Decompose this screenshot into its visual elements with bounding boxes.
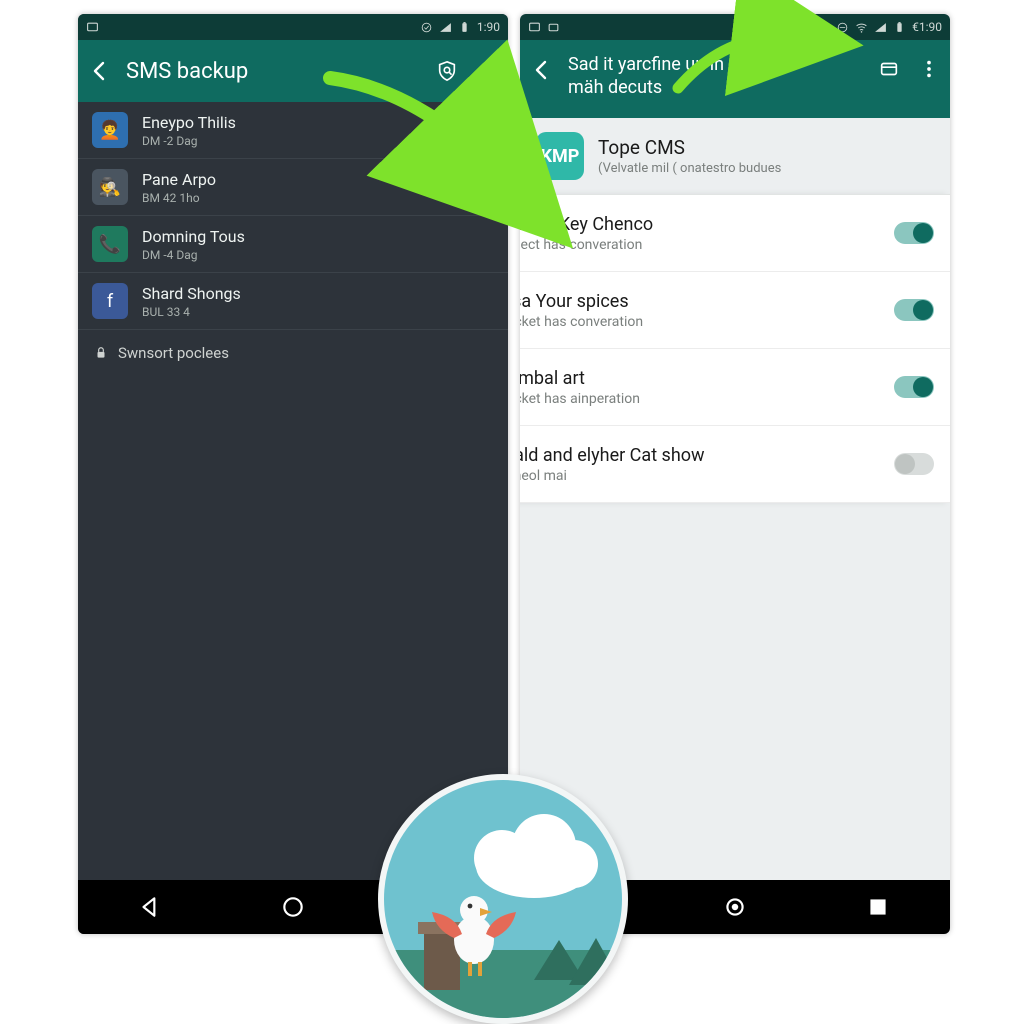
conversation-sub: DM -2 Dag bbox=[142, 134, 236, 148]
status-time: €1:90 bbox=[912, 20, 942, 34]
toggle-switch[interactable] bbox=[894, 376, 934, 398]
setting-sub: Backet has converation bbox=[520, 314, 880, 330]
setting-row[interactable]: 👷 Clald and elyher Cat show Scheol mai bbox=[520, 426, 950, 503]
phone-right: €1:90 Sad it yarcfine up in an mäh decut… bbox=[520, 14, 950, 934]
overflow-menu-icon[interactable] bbox=[918, 58, 940, 80]
setting-title: Clald and elyher Cat show bbox=[520, 445, 880, 466]
app-bar: Sad it yarcfine up in an mäh decuts bbox=[520, 40, 950, 118]
setting-sub: Scheol mai bbox=[520, 468, 880, 484]
appbar-title-line2: mäh decuts bbox=[568, 77, 864, 100]
setting-sub: Backet has ainperation bbox=[520, 391, 880, 407]
shield-search-icon[interactable] bbox=[436, 60, 458, 82]
app-icon: KMP bbox=[536, 132, 584, 180]
nav-recents-icon[interactable] bbox=[865, 894, 891, 920]
conversation-title: Domning Tous bbox=[142, 227, 245, 246]
settings-header[interactable]: KMP Tope CMS (Velvatle mil ( onatestro b… bbox=[520, 118, 950, 194]
footer-row[interactable]: Swnsort poclees bbox=[78, 330, 508, 376]
status-bar: 1:90 bbox=[78, 14, 508, 40]
conversation-row[interactable]: 🧑‍🦱 Eneypo Thilis DM -2 Dag bbox=[78, 102, 508, 159]
back-button[interactable] bbox=[530, 58, 554, 82]
toggle-switch[interactable] bbox=[894, 299, 934, 321]
signal-icon bbox=[874, 21, 887, 34]
wifi-icon bbox=[855, 21, 868, 34]
conversation-title: Shard Shongs bbox=[142, 284, 241, 303]
appbar-title-line1: Sad it yarcfine up in an bbox=[568, 54, 864, 77]
conversation-list: 🧑‍🦱 Eneypo Thilis DM -2 Dag 🕵️ Pane Arpo… bbox=[78, 102, 508, 880]
setting-sub: Sellect has converation bbox=[520, 237, 880, 253]
lock-icon bbox=[94, 346, 108, 360]
conversation-row[interactable]: 🕵️ Pane Arpo BM 42 1ho bbox=[78, 159, 508, 216]
status-bar: €1:90 bbox=[520, 14, 950, 40]
header-title: Tope CMS bbox=[598, 136, 781, 159]
avatar: 🧑‍🦱 bbox=[92, 112, 128, 148]
dnd-icon bbox=[836, 21, 849, 34]
sms-icon bbox=[528, 21, 541, 34]
header-sub: (Velvatle mil ( onatestro budues bbox=[598, 161, 781, 176]
conversation-title: Pane Arpo bbox=[142, 170, 216, 189]
conversation-title: Eneypo Thilis bbox=[142, 113, 236, 132]
setting-row[interactable]: ☁️ Brande Key Chenco Sellect has convera… bbox=[520, 195, 950, 272]
footer-label: Swnsort poclees bbox=[118, 344, 229, 362]
conversation-sub: DM -4 Dag bbox=[142, 248, 245, 262]
toggle-switch[interactable] bbox=[894, 222, 934, 244]
setting-row[interactable]: 🚗 Lisa Your spices Backet has converatio… bbox=[520, 272, 950, 349]
battery-icon bbox=[893, 21, 906, 34]
setting-title: Lisa Your spices bbox=[520, 291, 880, 312]
conversation-sub: BM 42 1ho bbox=[142, 191, 216, 205]
status-time: 1:90 bbox=[477, 20, 500, 34]
sync-icon bbox=[420, 21, 433, 34]
card-icon bbox=[547, 21, 560, 34]
sms-icon bbox=[86, 21, 99, 34]
overflow-menu-icon[interactable] bbox=[476, 60, 498, 82]
conversation-row[interactable]: 📞 Domning Tous DM -4 Dag bbox=[78, 216, 508, 273]
setting-row[interactable]: 🙌 Tombal art Backet has ainperation bbox=[520, 349, 950, 426]
toggle-switch[interactable] bbox=[894, 453, 934, 475]
avatar: 📞 bbox=[92, 226, 128, 262]
illustration-badge bbox=[378, 774, 628, 1024]
window-icon[interactable] bbox=[878, 58, 900, 80]
nav-home-icon[interactable] bbox=[722, 894, 748, 920]
back-button[interactable] bbox=[88, 59, 112, 83]
conversation-sub: BUL 33 4 bbox=[142, 305, 241, 319]
setting-title: Tombal art bbox=[520, 368, 880, 389]
signal-icon bbox=[439, 21, 452, 34]
setting-title: Brande Key Chenco bbox=[520, 214, 880, 235]
settings-list: KMP Tope CMS (Velvatle mil ( onatestro b… bbox=[520, 118, 950, 880]
nav-back-icon[interactable] bbox=[137, 894, 163, 920]
avatar: 🕵️ bbox=[92, 169, 128, 205]
app-bar: SMS backup bbox=[78, 40, 508, 102]
appbar-title: SMS backup bbox=[126, 59, 422, 84]
avatar: f bbox=[92, 283, 128, 319]
battery-icon bbox=[458, 21, 471, 34]
nav-home-icon[interactable] bbox=[280, 894, 306, 920]
conversation-row[interactable]: f Shard Shongs BUL 33 4 bbox=[78, 273, 508, 330]
